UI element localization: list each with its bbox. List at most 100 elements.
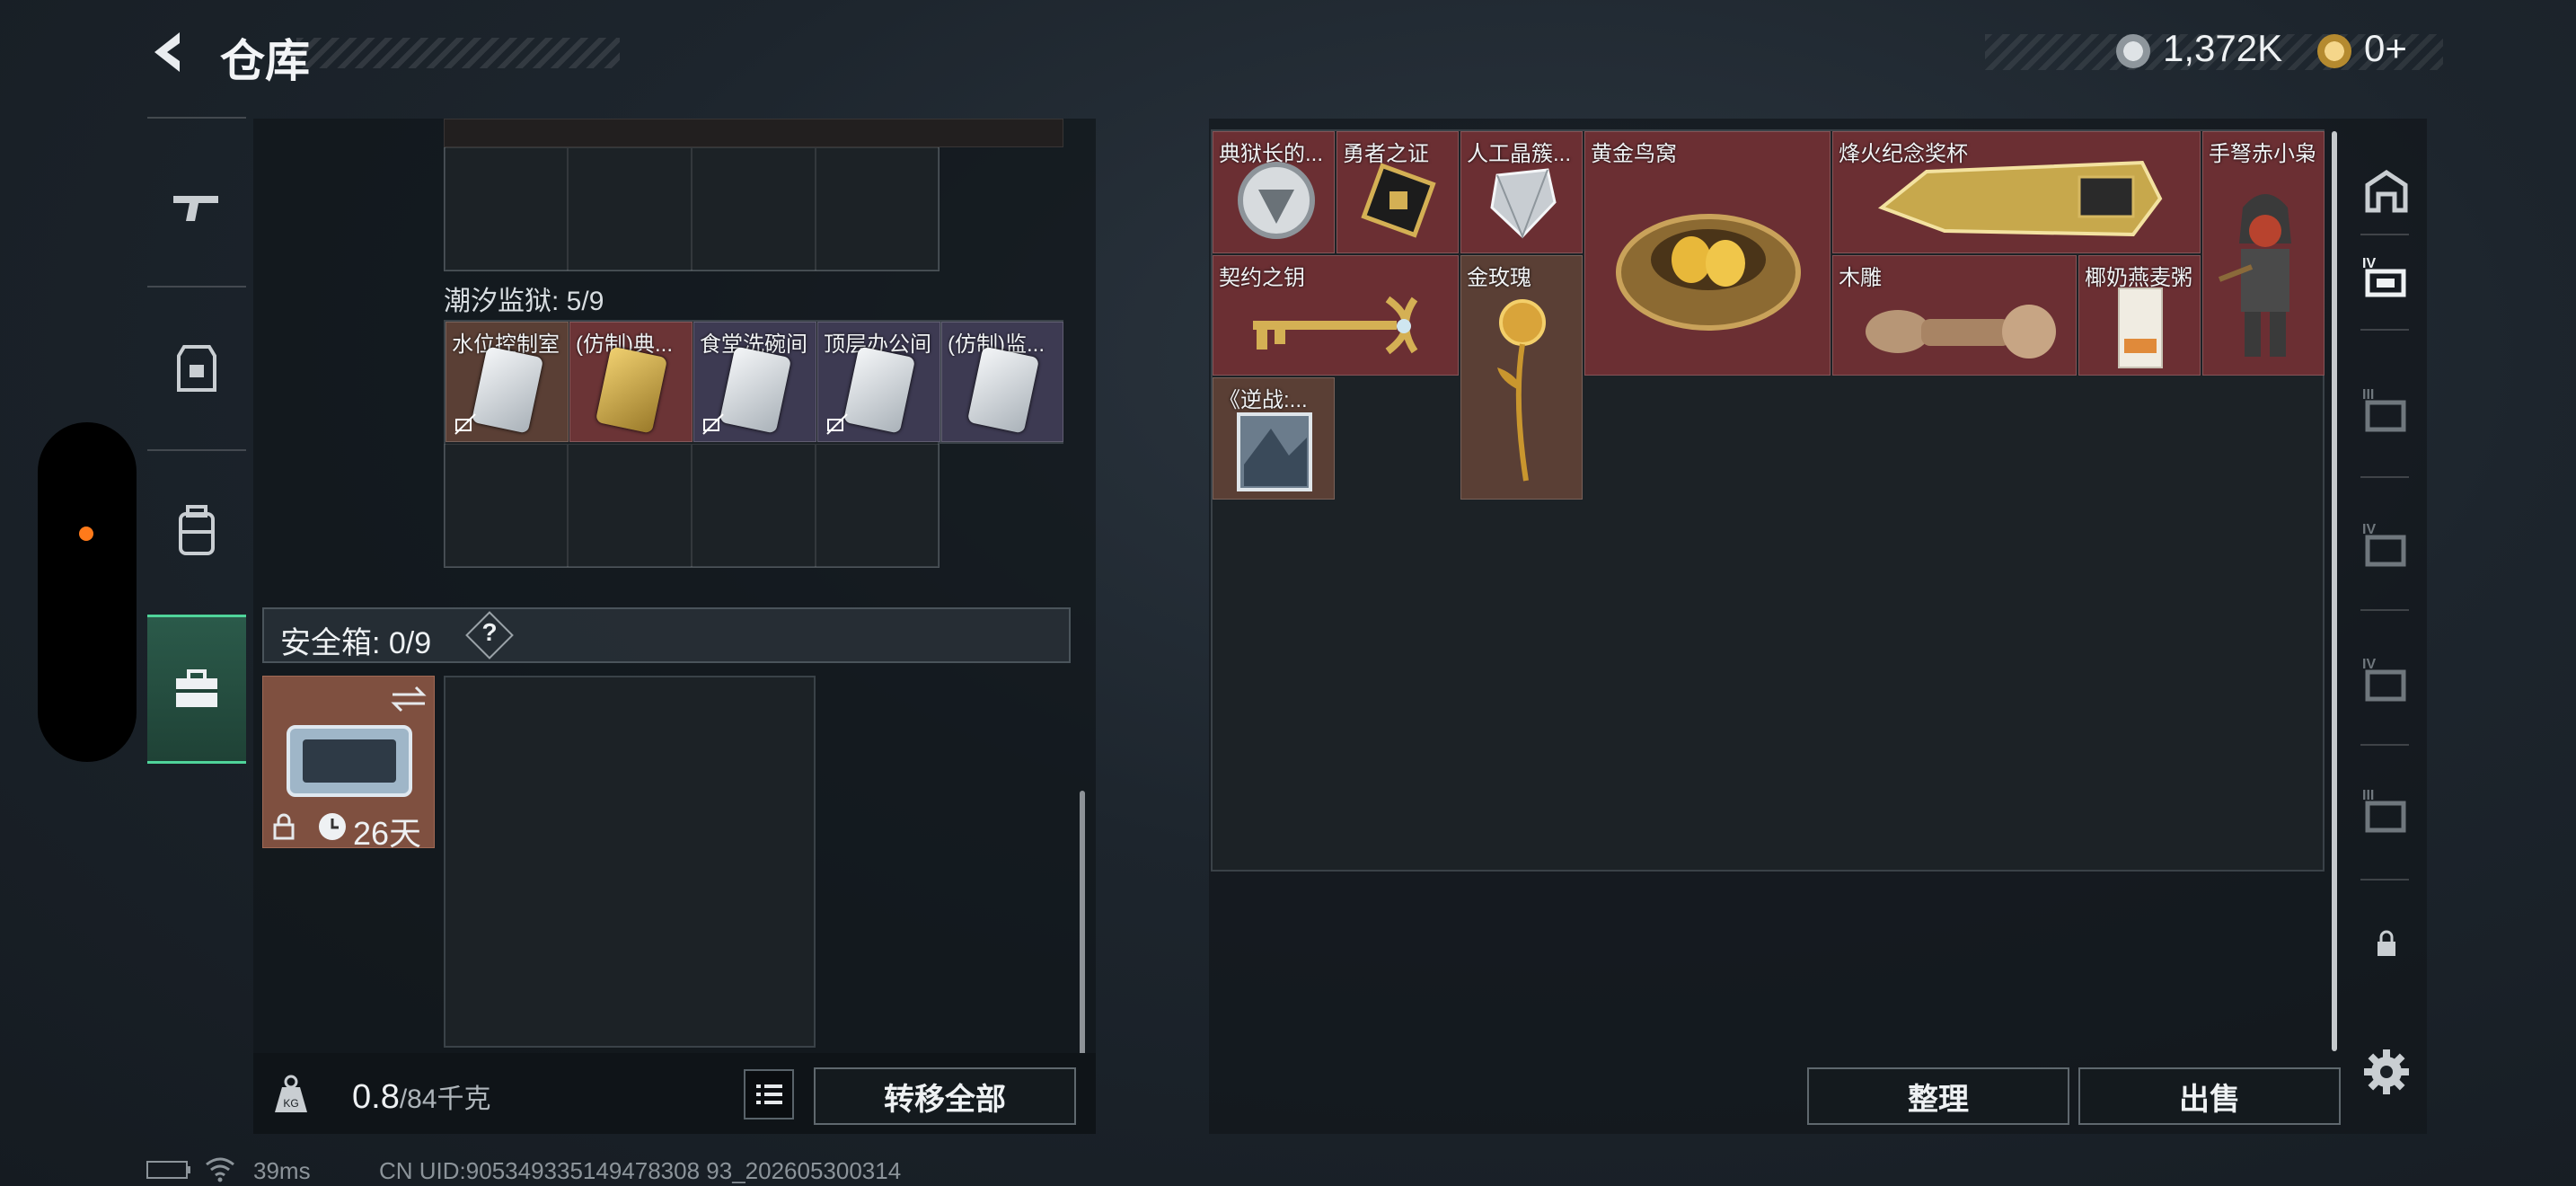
nav-case[interactable] [147,615,246,764]
key-icon [1253,296,1418,355]
gold-currency-value[interactable]: 0+ [2364,27,2407,70]
stash-item[interactable]: 黄金鸟窝 [1584,131,1831,376]
svg-text:III: III [2362,387,2374,403]
stash-item[interactable]: 典狱长的... [1213,131,1335,253]
keycard-icon [966,346,1040,434]
grid-cell[interactable] [692,444,816,568]
weight-icon: KG [275,1075,307,1112]
nav-backpack[interactable] [147,458,246,602]
item-label: 《逆战:... [1219,388,1308,412]
no-transfer-icon [454,413,476,435]
settings-icon[interactable] [2362,1048,2411,1096]
left-scrollbar[interactable] [1080,791,1085,1057]
help-label: ? [481,618,498,646]
svg-text:IV: IV [2362,657,2376,672]
ping-readout: 39ms [253,1157,311,1184]
safe-box-title: 安全箱: 0/9 [280,626,432,660]
stash-scrollbar[interactable] [2332,131,2337,1051]
gun-icon [173,196,218,221]
lock-icon[interactable] [2375,929,2398,958]
svg-text:IV: IV [2362,522,2376,537]
grid-cell[interactable] [816,444,940,568]
armor-icon [177,345,216,392]
svg-text:IV: IV [2362,256,2376,271]
item-label: 手弩赤小枭 [2209,142,2316,166]
lock-icon [273,813,295,840]
item-card[interactable]: 水位控制室 [446,322,569,442]
stash-item[interactable]: 椰奶燕麦粥 [2078,255,2201,376]
stash-item[interactable]: 人工晶簇... [1460,131,1583,253]
no-transfer-icon [826,413,848,435]
gold-keycard-icon [595,346,668,434]
silver-coin-icon [2116,34,2150,68]
uid-readout: CN UID:905349335149478308 93_20260530031… [379,1157,902,1184]
back-icon[interactable] [144,27,194,77]
grid-cell[interactable] [816,147,940,271]
stash-page-iii-icon[interactable]: III [2360,785,2413,836]
stash-page-iv-icon[interactable]: IV [2360,519,2413,570]
briefcase-icon [176,669,217,707]
gold-coin-icon [2317,34,2351,68]
weight-readout: 0.8/84千克 [352,1076,491,1117]
stash-item[interactable]: 木雕 [1832,255,2077,376]
sort-button[interactable]: 整理 [1807,1067,2069,1125]
grid-cell[interactable] [568,444,692,568]
item-card[interactable]: 食堂洗碗间 [693,322,816,442]
backpack-icon [179,505,215,555]
stash-page-iii-icon[interactable]: III [2360,385,2413,435]
oat-porridge-icon [2118,288,2163,368]
stash-page-iv-active-icon[interactable]: IV [2360,253,2413,300]
gold-rose-icon [1497,299,1546,482]
grid-cell[interactable] [444,444,568,568]
transfer-all-button[interactable]: 转移全部 [814,1067,1076,1125]
wifi-icon [206,1157,234,1182]
nav-armor[interactable] [147,296,246,440]
stash-item[interactable]: 烽火纪念奖杯 [1832,131,2201,253]
stash-item[interactable]: 手弩赤小枭 [2202,131,2325,376]
medal-icon [1238,162,1315,239]
item-card[interactable]: 顶层办公间 [817,322,940,442]
keycard-icon [471,346,544,434]
clock-icon [319,813,346,840]
camera-indicator [79,527,93,541]
stash-item[interactable]: 契约之钥 [1213,255,1459,376]
golden-nest-icon [1616,214,1801,331]
comic-book-icon [1237,412,1312,491]
svg-text:III: III [2362,788,2374,803]
safe-box-duration: 26天 [353,815,422,852]
swap-icon[interactable] [389,684,428,714]
device-notch [38,422,137,762]
nav-weapon[interactable] [147,135,246,279]
no-transfer-icon [702,413,724,435]
title-decoration [296,38,620,68]
silver-currency-value: 1,372K [2163,27,2283,69]
stash-item[interactable]: 《逆战:... [1213,377,1335,500]
grid-cell[interactable] [568,147,692,271]
item-card[interactable]: (仿制)监... [941,322,1063,442]
item-label: 金玫瑰 [1467,266,1531,290]
crystal-icon [1490,168,1557,239]
home-icon[interactable] [2364,169,2409,214]
sell-button[interactable]: 出售 [2078,1067,2341,1125]
battery-icon [146,1161,190,1179]
badge-icon [1361,163,1436,238]
page-title: 仓库 [220,36,310,86]
stash-item[interactable]: 勇者之证 [1337,131,1459,253]
item-card[interactable]: (仿制)典... [569,322,693,442]
keycard-icon [719,346,792,434]
stash-page-iv-icon[interactable]: IV [2360,654,2413,704]
grid-cell[interactable] [692,147,816,271]
clipped-item-row [444,119,1063,147]
safe-box-item[interactable]: 26天 [262,676,435,852]
list-view-button[interactable] [744,1069,794,1120]
safe-box-grid [444,676,816,1048]
wood-carving-icon [1866,305,2056,358]
list-icon [756,1084,782,1104]
trophy-icon [1877,160,2163,237]
left-category-nav [147,117,246,782]
keycard-icon [842,346,916,434]
stash-item[interactable]: 金玫瑰 [1460,255,1583,500]
grid-cell[interactable] [444,147,568,271]
weight-max: /84千克 [399,1084,491,1114]
figurine-icon [2218,194,2291,357]
